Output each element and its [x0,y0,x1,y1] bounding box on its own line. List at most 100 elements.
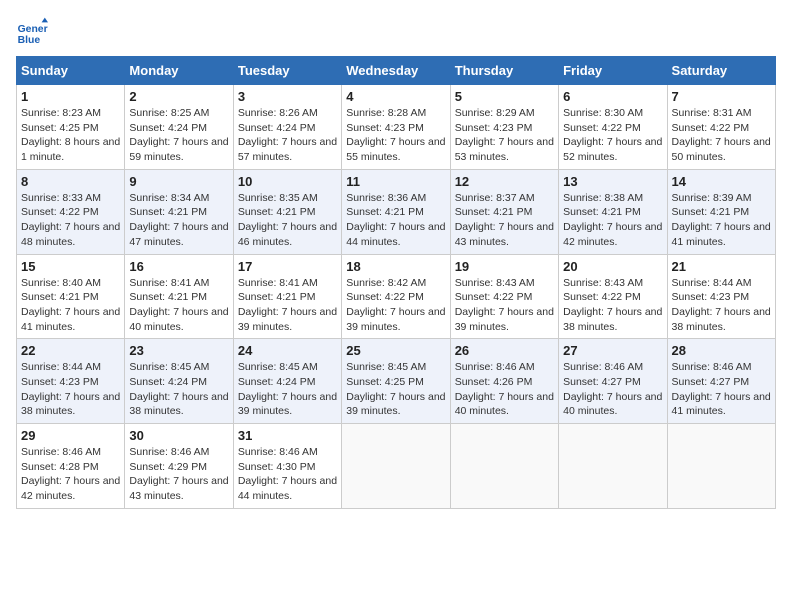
column-header-thursday: Thursday [450,57,558,85]
day-info: Sunrise: 8:35 AM Sunset: 4:21 PM Dayligh… [238,191,337,250]
calendar-table: SundayMondayTuesdayWednesdayThursdayFrid… [16,56,776,509]
calendar-cell: 20 Sunrise: 8:43 AM Sunset: 4:22 PM Dayl… [559,254,667,339]
day-info: Sunrise: 8:46 AM Sunset: 4:27 PM Dayligh… [563,360,662,419]
calendar-week-row: 1 Sunrise: 8:23 AM Sunset: 4:25 PM Dayli… [17,85,776,170]
day-info: Sunrise: 8:43 AM Sunset: 4:22 PM Dayligh… [455,276,554,335]
calendar-cell: 13 Sunrise: 8:38 AM Sunset: 4:21 PM Dayl… [559,169,667,254]
calendar-cell: 23 Sunrise: 8:45 AM Sunset: 4:24 PM Dayl… [125,339,233,424]
day-number: 9 [129,174,228,189]
column-header-wednesday: Wednesday [342,57,450,85]
day-number: 22 [21,343,120,358]
day-info: Sunrise: 8:45 AM Sunset: 4:24 PM Dayligh… [129,360,228,419]
day-info: Sunrise: 8:23 AM Sunset: 4:25 PM Dayligh… [21,106,120,165]
day-number: 18 [346,259,445,274]
logo-icon: General Blue [16,16,48,48]
calendar-cell: 5 Sunrise: 8:29 AM Sunset: 4:23 PM Dayli… [450,85,558,170]
calendar-cell: 25 Sunrise: 8:45 AM Sunset: 4:25 PM Dayl… [342,339,450,424]
day-info: Sunrise: 8:46 AM Sunset: 4:29 PM Dayligh… [129,445,228,504]
day-number: 13 [563,174,662,189]
day-info: Sunrise: 8:46 AM Sunset: 4:28 PM Dayligh… [21,445,120,504]
column-header-tuesday: Tuesday [233,57,341,85]
day-number: 19 [455,259,554,274]
calendar-cell [559,424,667,509]
day-number: 3 [238,89,337,104]
day-info: Sunrise: 8:46 AM Sunset: 4:27 PM Dayligh… [672,360,771,419]
day-number: 23 [129,343,228,358]
day-number: 29 [21,428,120,443]
day-number: 24 [238,343,337,358]
day-number: 12 [455,174,554,189]
day-info: Sunrise: 8:36 AM Sunset: 4:21 PM Dayligh… [346,191,445,250]
calendar-cell: 1 Sunrise: 8:23 AM Sunset: 4:25 PM Dayli… [17,85,125,170]
calendar-cell: 27 Sunrise: 8:46 AM Sunset: 4:27 PM Dayl… [559,339,667,424]
day-info: Sunrise: 8:46 AM Sunset: 4:30 PM Dayligh… [238,445,337,504]
calendar-cell: 14 Sunrise: 8:39 AM Sunset: 4:21 PM Dayl… [667,169,775,254]
day-info: Sunrise: 8:41 AM Sunset: 4:21 PM Dayligh… [129,276,228,335]
calendar-cell: 18 Sunrise: 8:42 AM Sunset: 4:22 PM Dayl… [342,254,450,339]
calendar-week-row: 22 Sunrise: 8:44 AM Sunset: 4:23 PM Dayl… [17,339,776,424]
day-number: 11 [346,174,445,189]
day-number: 7 [672,89,771,104]
calendar-cell: 10 Sunrise: 8:35 AM Sunset: 4:21 PM Dayl… [233,169,341,254]
day-info: Sunrise: 8:38 AM Sunset: 4:21 PM Dayligh… [563,191,662,250]
day-number: 25 [346,343,445,358]
calendar-cell: 26 Sunrise: 8:46 AM Sunset: 4:26 PM Dayl… [450,339,558,424]
day-number: 8 [21,174,120,189]
day-info: Sunrise: 8:37 AM Sunset: 4:21 PM Dayligh… [455,191,554,250]
day-number: 26 [455,343,554,358]
calendar-cell: 2 Sunrise: 8:25 AM Sunset: 4:24 PM Dayli… [125,85,233,170]
calendar-cell [450,424,558,509]
calendar-cell: 24 Sunrise: 8:45 AM Sunset: 4:24 PM Dayl… [233,339,341,424]
day-info: Sunrise: 8:44 AM Sunset: 4:23 PM Dayligh… [672,276,771,335]
day-number: 27 [563,343,662,358]
calendar-cell: 12 Sunrise: 8:37 AM Sunset: 4:21 PM Dayl… [450,169,558,254]
calendar-cell: 6 Sunrise: 8:30 AM Sunset: 4:22 PM Dayli… [559,85,667,170]
logo: General Blue [16,16,52,48]
day-info: Sunrise: 8:31 AM Sunset: 4:22 PM Dayligh… [672,106,771,165]
day-number: 6 [563,89,662,104]
day-number: 4 [346,89,445,104]
day-number: 1 [21,89,120,104]
day-number: 15 [21,259,120,274]
day-info: Sunrise: 8:29 AM Sunset: 4:23 PM Dayligh… [455,106,554,165]
day-info: Sunrise: 8:26 AM Sunset: 4:24 PM Dayligh… [238,106,337,165]
calendar-cell: 8 Sunrise: 8:33 AM Sunset: 4:22 PM Dayli… [17,169,125,254]
column-header-monday: Monday [125,57,233,85]
column-header-sunday: Sunday [17,57,125,85]
day-number: 17 [238,259,337,274]
calendar-cell: 9 Sunrise: 8:34 AM Sunset: 4:21 PM Dayli… [125,169,233,254]
calendar-cell: 15 Sunrise: 8:40 AM Sunset: 4:21 PM Dayl… [17,254,125,339]
calendar-cell: 11 Sunrise: 8:36 AM Sunset: 4:21 PM Dayl… [342,169,450,254]
day-number: 20 [563,259,662,274]
page-header: General Blue [16,16,776,48]
calendar-week-row: 15 Sunrise: 8:40 AM Sunset: 4:21 PM Dayl… [17,254,776,339]
calendar-cell: 4 Sunrise: 8:28 AM Sunset: 4:23 PM Dayli… [342,85,450,170]
column-header-friday: Friday [559,57,667,85]
day-info: Sunrise: 8:34 AM Sunset: 4:21 PM Dayligh… [129,191,228,250]
calendar-week-row: 29 Sunrise: 8:46 AM Sunset: 4:28 PM Dayl… [17,424,776,509]
day-number: 16 [129,259,228,274]
day-info: Sunrise: 8:41 AM Sunset: 4:21 PM Dayligh… [238,276,337,335]
calendar-cell: 19 Sunrise: 8:43 AM Sunset: 4:22 PM Dayl… [450,254,558,339]
day-number: 2 [129,89,228,104]
day-number: 28 [672,343,771,358]
day-number: 30 [129,428,228,443]
day-info: Sunrise: 8:45 AM Sunset: 4:25 PM Dayligh… [346,360,445,419]
day-info: Sunrise: 8:42 AM Sunset: 4:22 PM Dayligh… [346,276,445,335]
calendar-cell: 31 Sunrise: 8:46 AM Sunset: 4:30 PM Dayl… [233,424,341,509]
day-info: Sunrise: 8:33 AM Sunset: 4:22 PM Dayligh… [21,191,120,250]
column-header-saturday: Saturday [667,57,775,85]
day-info: Sunrise: 8:45 AM Sunset: 4:24 PM Dayligh… [238,360,337,419]
day-info: Sunrise: 8:30 AM Sunset: 4:22 PM Dayligh… [563,106,662,165]
calendar-cell: 22 Sunrise: 8:44 AM Sunset: 4:23 PM Dayl… [17,339,125,424]
day-info: Sunrise: 8:44 AM Sunset: 4:23 PM Dayligh… [21,360,120,419]
day-number: 10 [238,174,337,189]
calendar-cell: 17 Sunrise: 8:41 AM Sunset: 4:21 PM Dayl… [233,254,341,339]
day-number: 5 [455,89,554,104]
svg-text:General: General [18,24,48,35]
day-number: 21 [672,259,771,274]
calendar-cell: 7 Sunrise: 8:31 AM Sunset: 4:22 PM Dayli… [667,85,775,170]
day-info: Sunrise: 8:40 AM Sunset: 4:21 PM Dayligh… [21,276,120,335]
calendar-cell: 3 Sunrise: 8:26 AM Sunset: 4:24 PM Dayli… [233,85,341,170]
calendar-header-row: SundayMondayTuesdayWednesdayThursdayFrid… [17,57,776,85]
